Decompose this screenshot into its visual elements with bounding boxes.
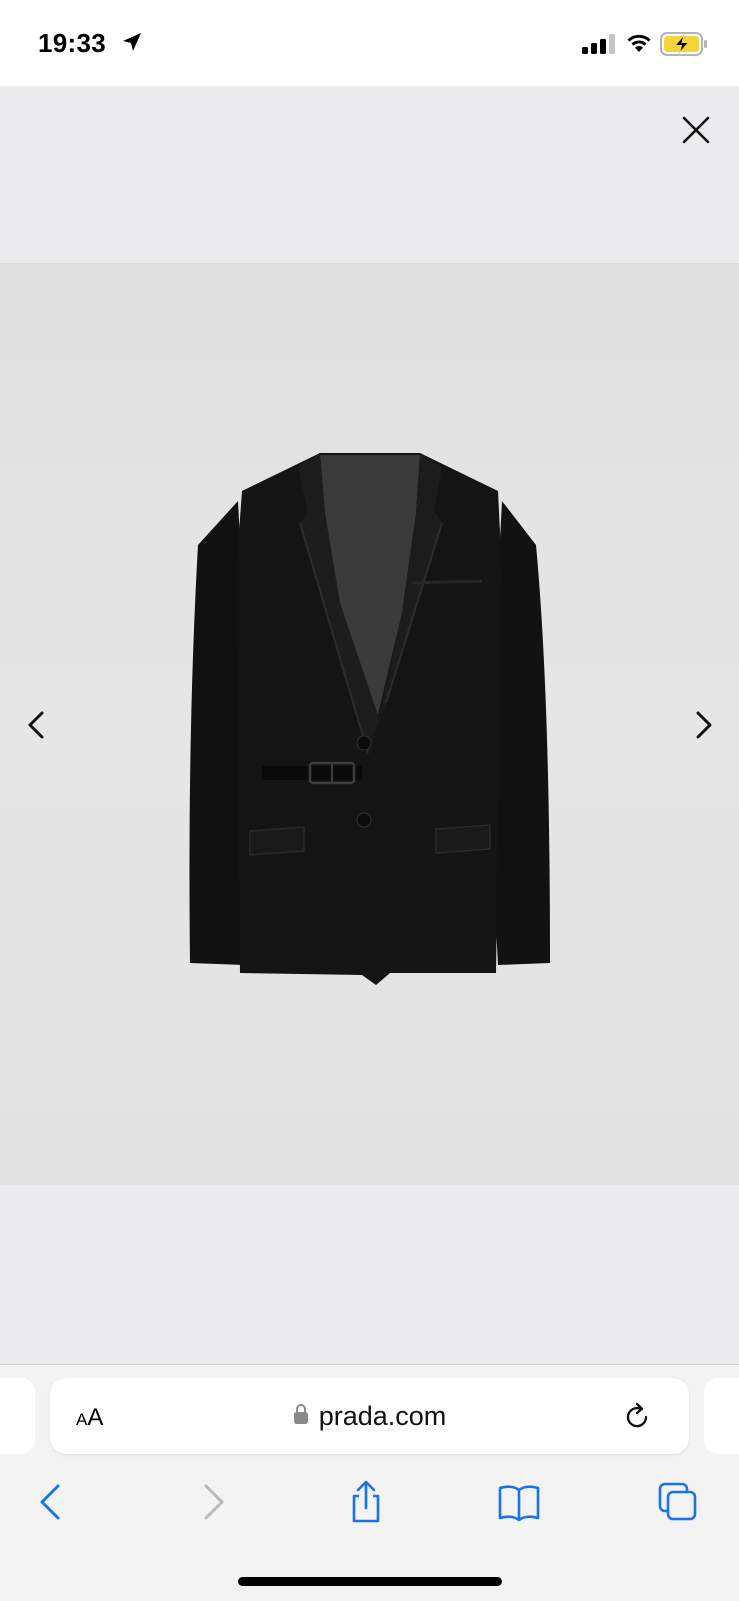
- location-arrow-icon: [123, 33, 141, 51]
- url-display[interactable]: prada.com: [50, 1378, 689, 1454]
- home-indicator: [238, 1577, 502, 1586]
- previous-tab-peek[interactable]: [0, 1378, 35, 1454]
- chevron-right-icon[interactable]: [688, 707, 718, 743]
- back-icon[interactable]: [30, 1480, 74, 1524]
- url-text: prada.com: [318, 1401, 447, 1431]
- chevron-left-icon[interactable]: [22, 707, 52, 743]
- close-icon[interactable]: [676, 110, 716, 150]
- wifi-icon: [627, 34, 651, 52]
- reload-icon[interactable]: [620, 1400, 654, 1434]
- share-icon[interactable]: [344, 1480, 388, 1524]
- battery-charging-icon: [660, 32, 707, 56]
- address-bar[interactable]: AA prada.com: [50, 1378, 689, 1454]
- status-bar: 19:33: [0, 0, 739, 86]
- product-image: [0, 263, 739, 1185]
- next-tab-peek[interactable]: [704, 1378, 739, 1454]
- lock-icon: [293, 1404, 308, 1424]
- blazer-image: [189, 453, 550, 985]
- cellular-signal-icon: [582, 34, 615, 54]
- status-time: 19:33: [38, 28, 106, 58]
- tabs-icon[interactable]: [656, 1480, 700, 1524]
- forward-icon[interactable]: [190, 1480, 234, 1524]
- bookmarks-icon[interactable]: [497, 1480, 541, 1524]
